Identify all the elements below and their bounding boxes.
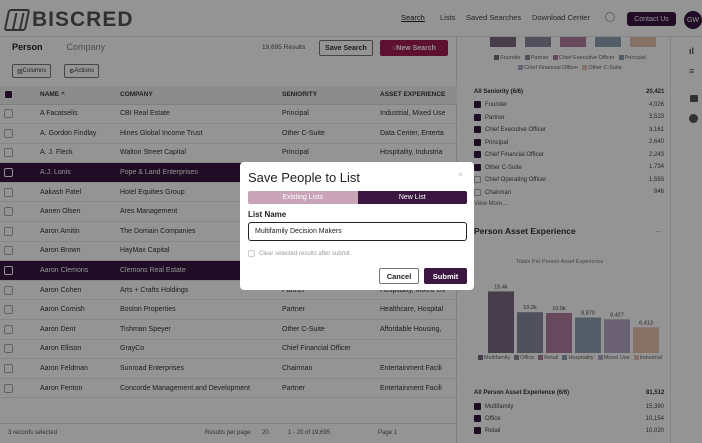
clear-results-label: Clear selected results after submit. (259, 250, 352, 257)
clear-results-option[interactable]: Clear selected results after submit. (248, 250, 351, 257)
save-to-list-dialog: Save People to List × Existing Lists New… (240, 162, 474, 290)
list-name-label: List Name (248, 210, 287, 219)
cancel-button[interactable]: Cancel (379, 268, 419, 284)
list-name-input[interactable]: Multifamily Decision Makers (248, 222, 467, 241)
close-icon[interactable]: × (458, 170, 463, 179)
dialog-title: Save People to List (248, 170, 361, 185)
tab-existing-lists[interactable]: Existing Lists (248, 191, 358, 204)
list-mode-toggle: Existing Lists New List (248, 191, 467, 204)
submit-button[interactable]: Submit (424, 268, 467, 284)
tab-new-list[interactable]: New List (357, 191, 467, 204)
clear-results-checkbox[interactable] (248, 250, 255, 257)
